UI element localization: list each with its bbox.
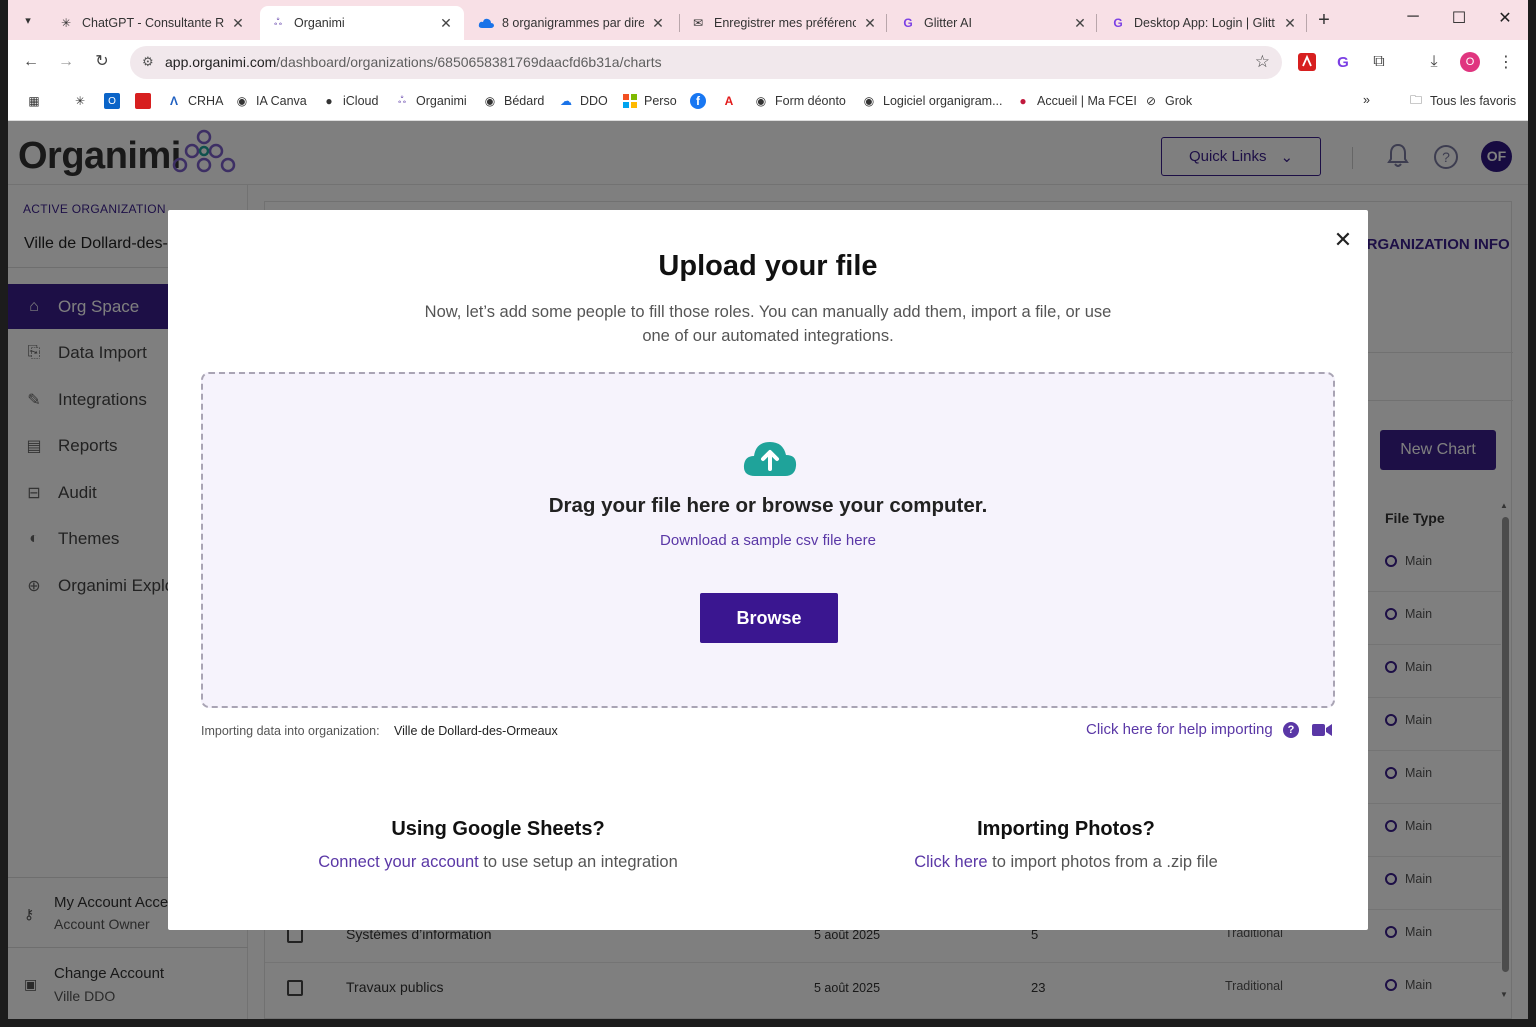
url-text: app.organimi.com/dashboard/organizations… [165,54,662,70]
bookmarks-bar: ▦ ✳ O Λ CRHA ◉ IA Canva ● iCloud ஃ Organimi … [8,85,1528,121]
back-button[interactable]: ← [20,51,42,73]
site-info-icon[interactable]: ⚙ [142,54,154,70]
tab-strip: ▾ ✳ ChatGPT - Consultante RH ✕ ஃ Organim… [8,0,1528,40]
tab-preferences[interactable]: ✉ Enregistrer mes préférenc ✕ [680,6,888,40]
download-sample-link[interactable]: Download a sample csv file here [203,532,1333,549]
bookmark-crha[interactable]: Λ CRHA [166,93,223,109]
bookmark-form-deonto[interactable]: ◉ Form déonto [753,93,846,109]
all-bookmarks-folder[interactable]: 🗀 Tous les favoris [1408,93,1516,109]
tab-search-button[interactable]: ▾ [16,8,40,32]
reload-button[interactable]: ↻ [91,51,113,73]
pdf-bookmark[interactable] [135,93,157,109]
connect-account-link[interactable]: Connect your account [318,853,479,871]
extensions-icon[interactable]: ⧉ [1369,52,1389,72]
bookmark-fcei[interactable]: ● Accueil | Ma FCEI [1015,93,1136,109]
profile-avatar[interactable]: O [1460,52,1480,72]
browser-window: ▾ ✳ ChatGPT - Consultante RH ✕ ஃ Organim… [8,0,1528,1019]
help-icon[interactable]: ? [1283,722,1299,738]
close-window-button[interactable]: ✕ [1490,8,1520,28]
new-tab-button[interactable]: + [1313,9,1335,32]
close-tab-icon[interactable]: ✕ [230,15,246,32]
importing-photos-title: Importing Photos? [977,818,1155,840]
more-bookmarks-icon[interactable]: » [1363,93,1370,107]
importing-org-name: Ville de Dollard-des-Ormeaux [394,724,558,738]
maximize-button[interactable]: ☐ [1444,8,1474,28]
modal-description: Now, let’s add some people to fill those… [424,303,1112,345]
video-icon[interactable] [1312,723,1332,737]
forward-button[interactable]: → [55,51,77,73]
address-bar[interactable]: ⚙ app.organimi.com/dashboard/organizatio… [130,46,1282,79]
close-tab-icon[interactable]: ✕ [438,15,454,32]
minimize-button[interactable]: ─ [1398,8,1428,26]
close-icon[interactable]: ✕ [1331,228,1355,252]
glitter-icon: G [1113,16,1123,30]
folder-icon: 🗀 [1409,92,1422,107]
bookmark-organimi[interactable]: ஃ Organimi [394,93,467,109]
pdf-extension-icon[interactable] [1297,52,1317,72]
bookmark-logiciel[interactable]: ◉ Logiciel organigram... [861,93,1003,109]
onedrive-icon [478,15,494,31]
tab-organimi[interactable]: ஃ Organimi ✕ [260,6,464,40]
bookmark-bedard[interactable]: ◉ Bédard [482,93,545,109]
bookmark-ia-canva[interactable]: ◉ IA Canva [234,93,307,109]
importing-label: Importing data into organization: [201,724,380,738]
glitter-icon: G [903,16,913,30]
organimi-icon: ஃ [274,17,282,28]
bookmark-star-icon[interactable]: ☆ [1255,52,1270,72]
google-sheets-text: Connect your account to use setup an int… [318,853,678,871]
dropzone-title: Drag your file here or browse your compu… [548,494,988,517]
tab-onedrive[interactable]: 8 organigrammes par dire ✕ [468,6,676,40]
close-tab-icon[interactable]: ✕ [862,15,878,32]
downloads-icon[interactable]: ⤓ [1424,52,1444,72]
chatgpt-icon: ✳ [60,16,72,30]
upload-file-modal: ✕ Upload your file Now, let’s add some p… [168,210,1368,930]
bookmark-icloud[interactable]: ● iCloud [321,93,378,109]
cloud-upload-icon [743,442,797,476]
adobe-bookmark[interactable]: A [721,93,743,109]
browse-button[interactable]: Browse [700,593,838,643]
importing-photos-text: Click here to import photos from a .zip … [914,853,1218,871]
apps-grid-icon[interactable]: ▦ [26,93,48,109]
close-tab-icon[interactable]: ✕ [650,15,666,32]
chatgpt-bookmark[interactable]: ✳ [72,93,94,109]
outlook-bookmark[interactable]: O [104,93,126,109]
close-tab-icon[interactable]: ✕ [1072,15,1088,32]
browser-menu-icon[interactable]: ⋮ [1496,52,1516,72]
tab-glitter-login[interactable]: G Desktop App: Login | Glitt ✕ [1100,6,1308,40]
mail-icon: ✉ [692,16,704,30]
import-photos-link[interactable]: Click here [914,853,987,871]
bookmark-perso[interactable]: Perso [622,93,677,109]
browser-toolbar: ← → ↻ ⚙ app.organimi.com/dashboard/organ… [8,40,1528,85]
glitter-extension-icon[interactable]: G [1333,52,1353,72]
bookmark-ddo[interactable]: ☁ DDO [558,93,608,109]
help-importing-link[interactable]: Click here for help importing [1086,721,1273,738]
file-dropzone[interactable]: Drag your file here or browse your compu… [201,372,1335,708]
tab-glitter-ai[interactable]: G Glitter AI ✕ [890,6,1098,40]
tab-chatgpt[interactable]: ✳ ChatGPT - Consultante RH ✕ [48,6,256,40]
modal-title: Upload your file [658,250,878,282]
bookmark-grok[interactable]: ⊘ Grok [1143,93,1192,109]
facebook-bookmark[interactable]: f [690,93,712,109]
close-tab-icon[interactable]: ✕ [1282,15,1298,32]
google-sheets-title: Using Google Sheets? [391,818,605,840]
